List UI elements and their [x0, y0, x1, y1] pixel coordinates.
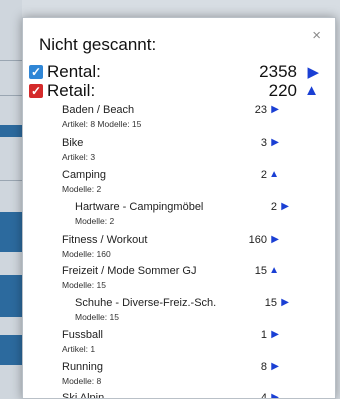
background-divider — [0, 95, 22, 96]
category-meta: Artikel: 8 Modelle: 15 — [62, 119, 142, 129]
category-meta: Modelle: 15 — [75, 312, 119, 322]
expand-arrow-icon[interactable]: ▶ — [281, 201, 289, 212]
category-count: 160 — [248, 234, 267, 246]
category-count: 2 — [260, 169, 267, 181]
collapse-arrow-icon[interactable]: ▲ — [269, 169, 279, 180]
background-divider — [0, 60, 22, 61]
background-block — [0, 335, 22, 365]
category-meta: Modelle: 8 — [62, 376, 102, 386]
category-count: 15 — [254, 265, 267, 277]
category-name: Bike — [62, 137, 84, 149]
category-count: 8 — [260, 361, 267, 373]
category-meta: Artikel: 3 — [62, 152, 96, 162]
category-name: Fitness / Workout — [62, 234, 148, 246]
category-count: 1 — [260, 329, 267, 341]
retail-checkbox[interactable]: ✓ — [29, 84, 43, 98]
category-name: Ski Alpin — [62, 392, 105, 399]
category-name: Running — [62, 361, 103, 373]
close-button[interactable]: × — [312, 28, 321, 43]
category-meta: Modelle: 2 — [62, 184, 102, 194]
rental-checkbox[interactable]: ✓ — [29, 65, 43, 79]
category-count: 23 — [254, 104, 267, 116]
retail-row[interactable]: ✓ Retail: 220 ▲ — [29, 81, 325, 103]
background-block — [0, 275, 22, 317]
expand-arrow-icon[interactable]: ▶ — [281, 297, 289, 308]
background-block — [0, 125, 22, 137]
category-count: 4 — [260, 392, 267, 399]
category-count: 3 — [260, 137, 267, 149]
category-meta: Modelle: 15 — [62, 280, 106, 290]
category-name: Freizeit / Mode Sommer GJ — [62, 265, 197, 277]
category-name: Schuhe - Diverse-Freiz.-Sch. — [75, 297, 217, 309]
rental-label: Rental: — [47, 62, 101, 81]
category-count: 15 — [264, 297, 277, 309]
expand-arrow-icon[interactable]: ▶ — [271, 137, 279, 148]
retail-collapse-arrow-icon[interactable]: ▲ — [304, 82, 319, 99]
expand-arrow-icon[interactable]: ▶ — [271, 104, 279, 115]
rental-count: 2358 — [259, 62, 297, 81]
expand-arrow-icon[interactable]: ▶ — [271, 329, 279, 340]
category-name: Fussball — [62, 329, 103, 341]
category-name: Hartware - Campingmöbel — [75, 201, 204, 213]
popup-title: Nicht gescannt: — [39, 35, 157, 54]
category-count: 2 — [270, 201, 277, 213]
category-name: Baden / Beach — [62, 104, 135, 116]
category-meta: Modelle: 160 — [62, 249, 111, 259]
not-scanned-popup: × Nicht gescannt: ✓ Rental: 2358 ▶ ✓ Ret… — [22, 17, 336, 399]
background-block — [0, 212, 22, 252]
rental-expand-arrow-icon[interactable]: ▶ — [307, 63, 319, 81]
retail-count: 220 — [268, 81, 297, 100]
category-meta: Modelle: 2 — [75, 216, 115, 226]
expand-arrow-icon[interactable]: ▶ — [271, 392, 279, 398]
category-meta: Artikel: 1 — [62, 344, 96, 354]
category-name: Camping — [62, 169, 107, 181]
retail-label: Retail: — [47, 81, 96, 100]
collapse-arrow-icon[interactable]: ▲ — [269, 265, 279, 276]
background-divider — [0, 180, 22, 181]
expand-arrow-icon[interactable]: ▶ — [271, 361, 279, 372]
background-app — [0, 0, 22, 399]
expand-arrow-icon[interactable]: ▶ — [271, 234, 279, 245]
